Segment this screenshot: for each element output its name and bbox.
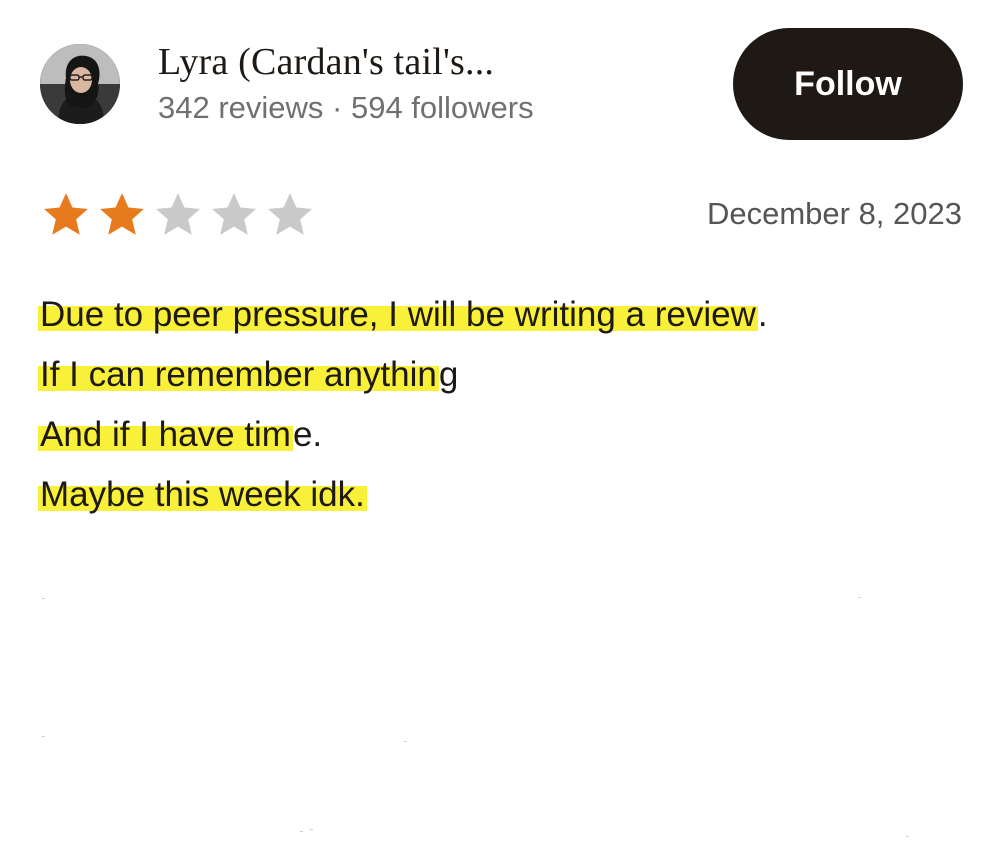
star-empty-icon xyxy=(268,193,312,235)
plain-text: e. xyxy=(292,415,323,454)
plain-text: g xyxy=(438,355,459,394)
follow-button[interactable]: Follow xyxy=(733,28,963,140)
highlighted-text: Maybe this week idk. xyxy=(38,475,367,514)
star-empty-icon xyxy=(212,193,256,235)
scan-speck xyxy=(42,598,45,599)
scan-speck xyxy=(404,741,407,742)
scan-speck xyxy=(300,831,303,832)
highlighted-text: Due to peer pressure, I will be writing … xyxy=(38,295,758,334)
reviewer-stats: 342 reviews · 594 followers xyxy=(158,90,534,125)
scan-speck xyxy=(310,829,313,830)
star-empty-icon xyxy=(156,193,200,235)
reviewer-avatar[interactable] xyxy=(40,44,120,124)
review-line: And if I have time. xyxy=(38,405,970,465)
reviewer-name[interactable]: Lyra (Cardan's tail's... xyxy=(158,40,494,84)
scan-speck xyxy=(42,736,45,737)
scan-speck xyxy=(906,836,909,837)
star-rating xyxy=(40,190,316,240)
highlighted-text: And if I have tim xyxy=(38,415,293,454)
highlighted-text: If I can remember anythin xyxy=(38,355,439,394)
scan-speck xyxy=(858,597,861,598)
star-filled-icon xyxy=(44,193,88,235)
review-line: Maybe this week idk. xyxy=(38,465,970,525)
review-date: December 8, 2023 xyxy=(706,196,962,231)
review-text: Due to peer pressure, I will be writing … xyxy=(38,285,970,525)
plain-text: . xyxy=(757,295,768,334)
review-line: Due to peer pressure, I will be writing … xyxy=(38,285,970,345)
user-avatar-photo-icon xyxy=(40,44,120,124)
review-line: If I can remember anything xyxy=(38,345,970,405)
star-filled-icon xyxy=(100,193,144,235)
